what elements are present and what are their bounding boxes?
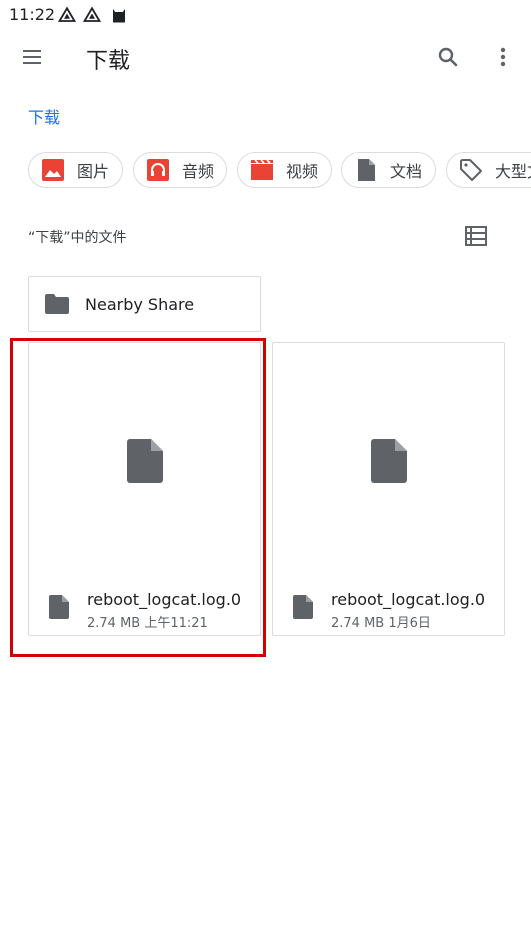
file-icon xyxy=(371,439,407,487)
file-date: 1月6日 xyxy=(388,616,431,631)
file-name: reboot_logcat.log.0 xyxy=(87,590,242,609)
status-bar: 11:22 xyxy=(0,0,531,30)
file-icon xyxy=(127,439,163,487)
search-icon[interactable] xyxy=(432,42,464,72)
headphones-icon xyxy=(146,158,170,182)
movie-icon xyxy=(250,158,274,182)
file-size: 2.74 MB xyxy=(331,616,385,631)
file-icon xyxy=(49,595,69,623)
more-vert-icon[interactable] xyxy=(490,42,516,72)
list-view-icon[interactable] xyxy=(462,222,490,250)
page-title: 下载 xyxy=(86,49,131,74)
chip-large-files[interactable]: 大型文 xyxy=(446,152,531,188)
status-time: 11:22 xyxy=(9,5,56,24)
folder-card[interactable]: Nearby Share xyxy=(28,276,261,332)
menu-icon[interactable] xyxy=(16,42,48,72)
chip-label: 文档 xyxy=(390,162,423,181)
chip-documents[interactable]: 文档 xyxy=(341,152,436,188)
file-card[interactable]: reboot_logcat.log.0 2.74 MB 1月6日 xyxy=(272,342,505,636)
document-icon xyxy=(354,158,378,182)
file-card[interactable]: reboot_logcat.log.0 2.74 MB 上午11:21 xyxy=(28,342,261,636)
drive-icon xyxy=(57,6,77,24)
chip-images[interactable]: 图片 xyxy=(28,152,123,188)
file-size: 2.74 MB xyxy=(87,616,141,631)
chip-label: 图片 xyxy=(77,162,110,181)
drive-icon xyxy=(82,6,102,24)
file-name: reboot_logcat.log.0 xyxy=(331,590,486,609)
file-icon xyxy=(293,595,313,623)
folder-icon xyxy=(45,294,69,314)
chip-video[interactable]: 视频 xyxy=(237,152,332,188)
chip-label: 大型文 xyxy=(495,162,531,181)
android-icon xyxy=(110,6,128,24)
file-date: 上午11:21 xyxy=(144,616,208,631)
chip-label: 音频 xyxy=(182,162,215,181)
file-meta: 2.74 MB 1月6日 xyxy=(331,612,431,631)
section-title: “下载”中的文件 xyxy=(28,230,127,246)
folder-name: Nearby Share xyxy=(85,294,195,314)
breadcrumb[interactable]: 下载 xyxy=(28,104,60,128)
chip-audio[interactable]: 音频 xyxy=(133,152,227,188)
file-meta: 2.74 MB 上午11:21 xyxy=(87,612,208,631)
chip-label: 视频 xyxy=(286,162,319,181)
label-icon xyxy=(459,158,483,182)
image-icon xyxy=(41,158,65,182)
